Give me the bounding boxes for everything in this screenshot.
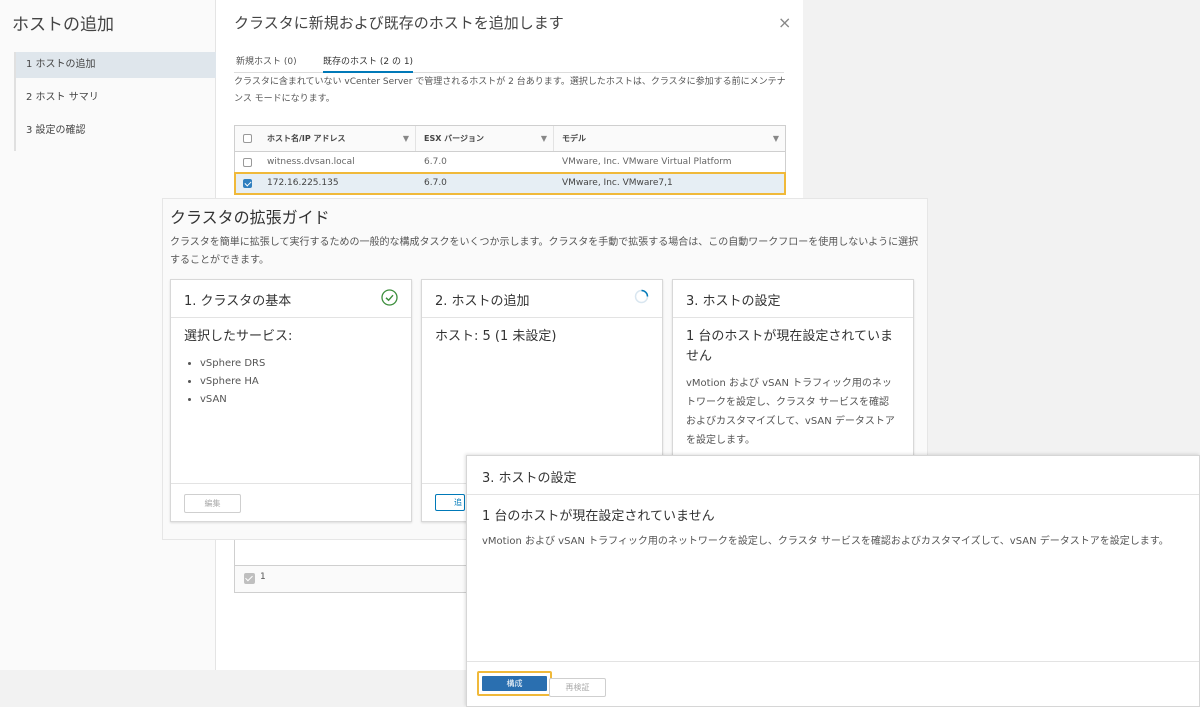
tab-existing-hosts[interactable]: 既存のホスト (2 の 1) <box>323 55 414 73</box>
check-circle-icon <box>381 289 398 310</box>
list-item: vSphere HA <box>200 373 265 391</box>
services-list: vSphere DRS vSphere HA vSAN <box>184 355 265 409</box>
info-text: クラスタに含まれていない vCenter Server で管理されるホストが 2… <box>234 77 786 104</box>
card-subtitle: 1 台のホストが現在設定されていません <box>482 509 715 524</box>
configure-hosts-card: 3. ホストの設定 1 台のホストが現在設定されていません vMotion およ… <box>466 455 1200 707</box>
column-version[interactable]: ESX バージョン ▼ <box>416 126 554 151</box>
wizard-steps: 1 ホストの追加 2 ホスト サマリ 3 設定の確認 <box>14 52 217 151</box>
card-title: 2. ホストの追加 <box>435 294 530 309</box>
selected-count-icon <box>244 573 255 584</box>
card-cluster-basics: 1. クラスタの基本 選択したサービス: vSphere DRS vSphere… <box>170 279 412 522</box>
card-subtitle: 選択したサービス: <box>184 329 293 344</box>
wizard-title: ホストの追加 <box>12 15 114 35</box>
column-model[interactable]: モデル ▼ <box>554 126 785 151</box>
table-row[interactable]: witness.dvsan.local 6.7.0 VMware, Inc. V… <box>235 152 785 173</box>
filter-icon[interactable]: ▼ <box>773 134 779 143</box>
card-description: vMotion および vSAN トラフィック用のネットワークを設定し、クラスタ… <box>482 536 1169 547</box>
host-cell: 172.16.225.135 <box>267 178 339 188</box>
row-checkbox[interactable] <box>242 157 252 167</box>
wizard-step-review[interactable]: 3 設定の確認 <box>16 118 217 144</box>
select-all-checkbox[interactable] <box>242 134 252 143</box>
revalidate-button[interactable]: 再検証 <box>549 678 606 697</box>
guide-title: クラスタの拡張ガイド <box>170 208 330 227</box>
card-title: 3. ホストの設定 <box>482 471 577 486</box>
spinner-icon <box>634 289 649 308</box>
model-cell: VMware, Inc. VMware Virtual Platform <box>562 157 732 167</box>
card-subtitle: 1 台のホストが現在設定されていません <box>686 329 894 364</box>
selected-count: 1 <box>260 572 266 582</box>
version-cell: 6.7.0 <box>424 157 447 167</box>
close-icon[interactable]: × <box>778 13 791 32</box>
hosts-grid: ホスト名/IP アドレス ▼ ESX バージョン ▼ モデル ▼ witness… <box>234 125 786 195</box>
host-tabs: 新規ホスト (0) 既存のホスト (2 の 1) <box>234 55 784 73</box>
dialog-title: クラスタに新規および既存のホストを追加します <box>234 14 564 32</box>
row-checkbox-checked[interactable] <box>242 178 252 188</box>
card-title: 1. クラスタの基本 <box>184 294 292 309</box>
column-host[interactable]: ホスト名/IP アドレス ▼ <box>259 126 416 151</box>
guide-description: クラスタを簡単に拡張して実行するための一般的な構成タスクをいくつか示します。クラ… <box>170 237 919 266</box>
filter-icon[interactable]: ▼ <box>403 134 409 143</box>
configure-button[interactable]: 構成 <box>477 671 552 696</box>
table-row-selected[interactable]: 172.16.225.135 6.7.0 VMware, Inc. VMware… <box>234 172 786 195</box>
wizard-step-add-hosts[interactable]: 1 ホストの追加 <box>16 52 217 78</box>
edit-button[interactable]: 編集 <box>184 494 241 513</box>
wizard-step-host-summary[interactable]: 2 ホスト サマリ <box>16 85 217 111</box>
grid-header: ホスト名/IP アドレス ▼ ESX バージョン ▼ モデル ▼ <box>235 126 785 152</box>
version-cell: 6.7.0 <box>424 178 447 188</box>
tab-new-hosts[interactable]: 新規ホスト (0) <box>236 55 297 71</box>
card-subtitle: ホスト: 5 (1 未設定) <box>435 329 557 344</box>
card-title: 3. ホストの設定 <box>686 294 781 309</box>
add-button[interactable]: 追 <box>435 494 465 511</box>
list-item: vSphere DRS <box>200 355 265 373</box>
filter-icon[interactable]: ▼ <box>541 134 547 143</box>
model-cell: VMware, Inc. VMware7,1 <box>562 178 673 188</box>
host-cell: witness.dvsan.local <box>267 157 355 167</box>
card-description: vMotion および vSAN トラフィック用のネットワークを設定し、クラスタ… <box>686 378 895 446</box>
list-item: vSAN <box>200 391 265 409</box>
